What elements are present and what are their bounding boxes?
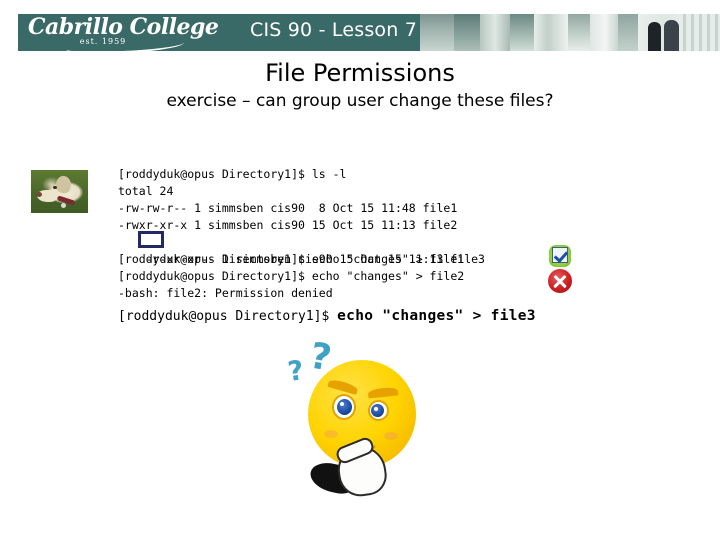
dog-photo <box>31 170 88 213</box>
terminal-line-error: -bash: file2: Permission denied <box>118 286 333 300</box>
logo-wordmark: Cabrillo College <box>28 14 219 40</box>
terminal-line: [roddyduk@opus Directory1]$ echo "change… <box>118 252 465 266</box>
terminal-line-file3: -r-xr-xr-- 1 simmsben cis90 15 Oct 15 11… <box>118 231 588 266</box>
dog-nose <box>36 192 42 197</box>
banner-photo-people <box>638 14 720 51</box>
page-subtitle: exercise – can group user change these f… <box>166 91 554 111</box>
dog-ear <box>54 174 73 195</box>
dog-tag <box>61 203 66 208</box>
terminal-line-active: [roddyduk@opus Directory1]$ echo "change… <box>118 305 588 327</box>
terminal-line: total 24 <box>118 184 174 198</box>
terminal-transcript: [roddyduk@opus Directory1]$ ls -l total … <box>118 166 588 327</box>
check-glyph <box>552 247 568 263</box>
terminal-line: -rwxr-xr-x 1 simmsben cis90 15 Oct 15 11… <box>118 218 458 232</box>
banner-photo-7 <box>590 14 618 51</box>
banner-photo-4 <box>510 14 534 51</box>
banner-photo-1 <box>420 14 454 51</box>
terminal-line: [roddyduk@opus Directory1]$ ls -l <box>118 167 347 181</box>
smiley-pupil-left <box>337 399 352 415</box>
banner-columns-icon <box>678 14 720 51</box>
terminal-command: echo "changes" > file3 <box>337 308 536 324</box>
dog-collar <box>56 195 76 206</box>
banner-photo-5 <box>534 14 568 51</box>
smiley-cheek-right <box>384 432 398 440</box>
banner-photo-strip <box>420 14 720 51</box>
group-permission-highlight-box <box>138 231 164 248</box>
terminal-line: [roddyduk@opus Directory1]$ echo "change… <box>118 269 465 283</box>
green-check-icon <box>549 245 571 267</box>
banner-photo-3 <box>480 14 510 51</box>
slide-banner: Cabrillo College est. 1959 CIS 90 - Less… <box>18 14 720 51</box>
page-title: File Permissions <box>265 59 455 87</box>
thinking-smiley-icon: ? ? <box>280 336 460 508</box>
cabrillo-college-logo: Cabrillo College est. 1959 <box>28 14 219 51</box>
banner-photo-2 <box>454 14 480 51</box>
banner-photo-8 <box>618 14 638 51</box>
dog-eye <box>53 186 57 189</box>
banner-title: CIS 90 - Lesson 7 <box>250 19 418 41</box>
smiley-cheek-left <box>324 430 338 438</box>
banner-photo-6 <box>568 14 590 51</box>
red-x-icon <box>548 269 572 293</box>
terminal-prompt: [roddyduk@opus Directory1]$ <box>118 309 338 324</box>
terminal-line: -rw-rw-r-- 1 simmsben cis90 8 Oct 15 11:… <box>118 201 458 215</box>
smiley-pupil-right <box>371 404 384 417</box>
question-mark-small-icon: ? <box>285 355 306 388</box>
